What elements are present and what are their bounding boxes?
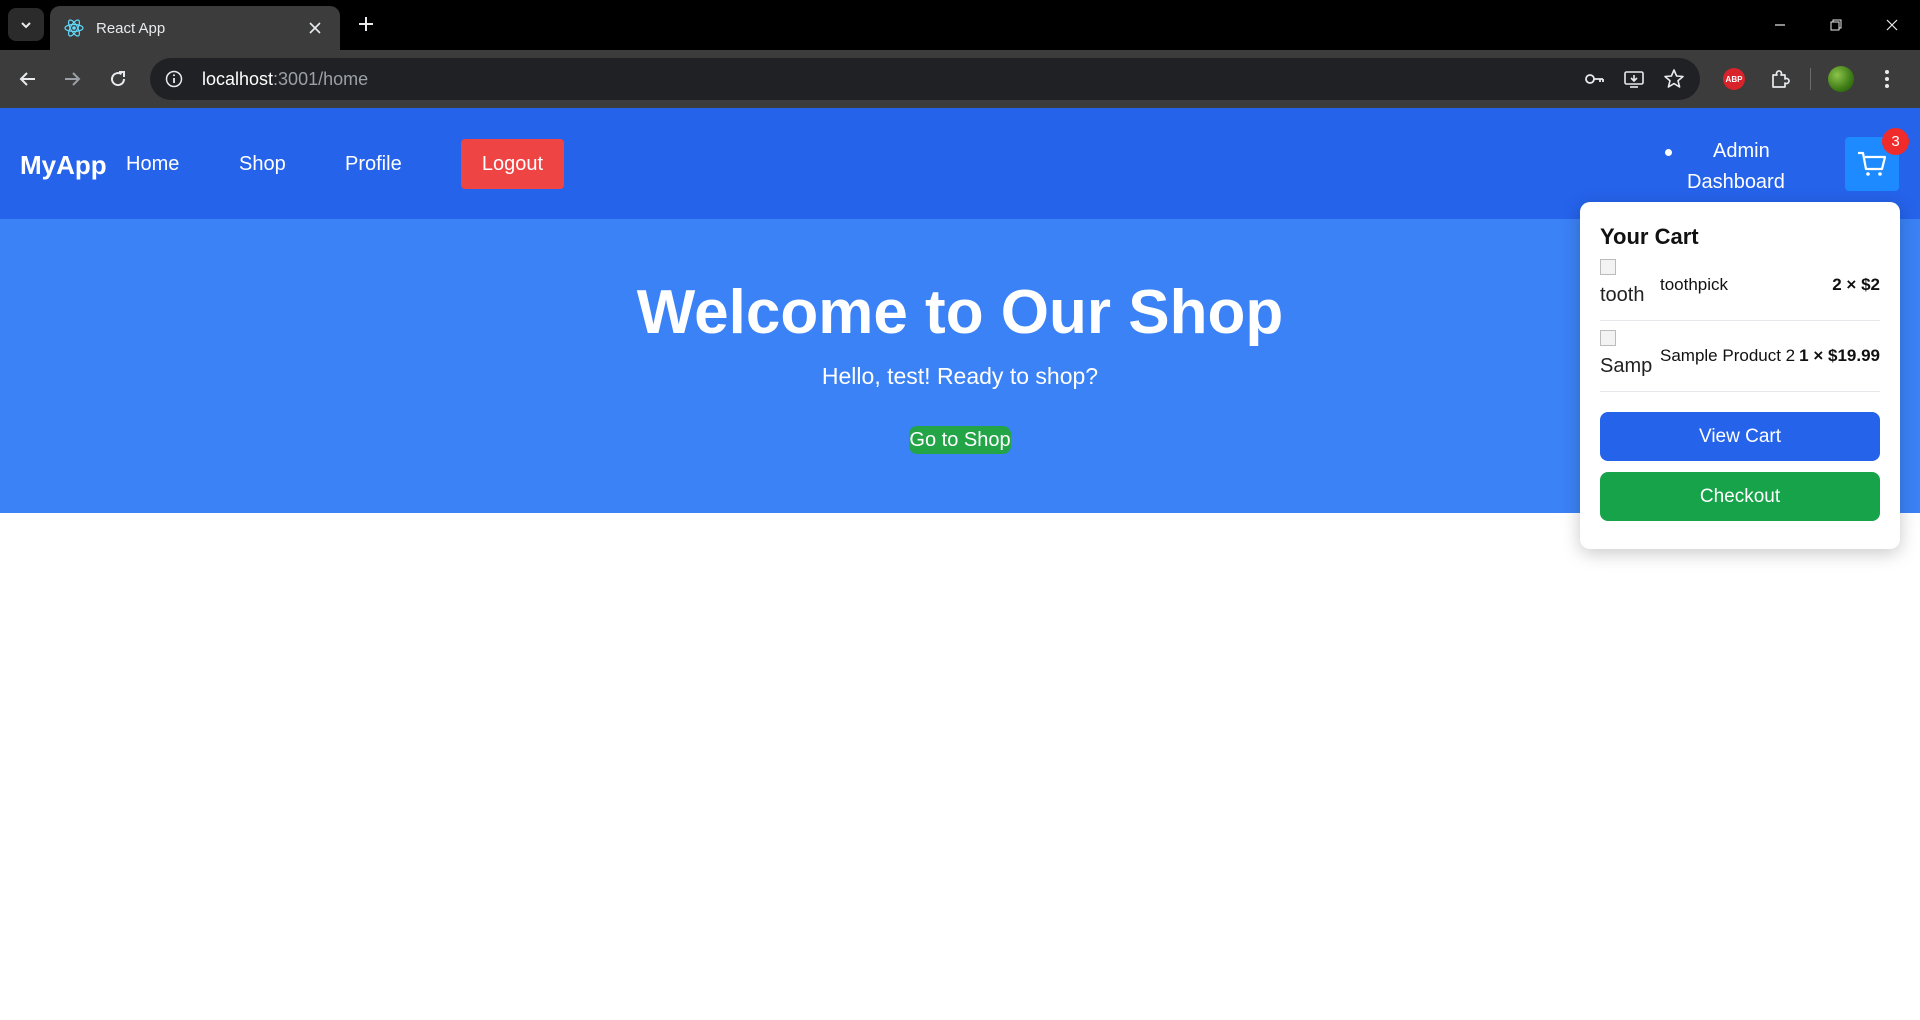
address-bar-actions [1580, 58, 1688, 100]
profile-avatar[interactable] [1825, 63, 1857, 95]
cart-item-name: Sample Product 2 [1660, 346, 1796, 365]
restore-icon [1830, 19, 1842, 31]
cart-item: tooth toothpick 2 × $2 [1600, 250, 1880, 321]
minimize-button[interactable] [1752, 0, 1808, 50]
go-to-shop-button[interactable]: Go to Shop [909, 426, 1011, 454]
arrow-left-icon [19, 72, 35, 86]
url-path: :3001/home [273, 68, 369, 89]
arrow-right-icon [65, 72, 81, 86]
window-controls [1752, 0, 1920, 50]
product-image: tooth [1600, 259, 1652, 311]
cart-item: Samp Sample Product 2 1 × $19.99 [1600, 321, 1880, 392]
admin-link-line1: Admin [1713, 140, 1770, 162]
forward-button[interactable] [56, 63, 88, 95]
cart-item-quantity-price: 2 × $2 [1832, 275, 1880, 294]
react-logo-icon [64, 18, 84, 38]
extensions-puzzle-icon[interactable] [1764, 63, 1796, 95]
password-key-icon[interactable] [1580, 65, 1608, 93]
address-bar[interactable]: localhost:3001/home [150, 58, 1700, 100]
nav-link-shop[interactable]: Shop [239, 153, 286, 176]
more-vertical-icon [1885, 70, 1889, 88]
close-window-button[interactable] [1864, 0, 1920, 50]
reload-icon [111, 71, 126, 87]
abp-badge: ABP [1723, 68, 1745, 90]
reload-button[interactable] [102, 63, 134, 95]
nav-link-home[interactable]: Home [126, 153, 179, 176]
logout-button[interactable]: Logout [461, 139, 564, 189]
nav-link-profile[interactable]: Profile [345, 153, 402, 176]
admin-link-line2: Dashboard [1687, 171, 1785, 193]
browser-menu-button[interactable] [1871, 63, 1903, 95]
browser-toolbar: localhost:3001/home ABP [0, 50, 1920, 108]
site-info-icon[interactable] [154, 58, 194, 100]
back-button[interactable] [12, 63, 44, 95]
bookmark-star-icon[interactable] [1660, 65, 1688, 93]
close-icon [1886, 19, 1898, 31]
cart-item-name: toothpick [1660, 275, 1729, 294]
toolbar-separator [1810, 68, 1811, 90]
url-host: localhost [202, 68, 274, 89]
product-image: Samp [1600, 330, 1652, 382]
brand-logo[interactable]: MyApp [20, 150, 107, 181]
new-tab-button[interactable] [352, 10, 380, 38]
tab-search-button[interactable] [8, 8, 44, 41]
checkout-button[interactable]: Checkout [1600, 472, 1880, 521]
tab-title: React App [96, 19, 166, 37]
adblock-extension-icon[interactable]: ABP [1718, 63, 1750, 95]
cart-count-badge: 3 [1882, 128, 1909, 155]
nav-link-admin-dashboard[interactable]: Admin Dashboard [1665, 136, 1797, 198]
cart-title: Your Cart [1600, 224, 1699, 249]
close-tab-icon[interactable] [304, 17, 326, 39]
image-alt-text: Samp [1600, 355, 1652, 377]
list-bullet [1665, 149, 1672, 156]
restore-button[interactable] [1808, 0, 1864, 50]
view-cart-button[interactable]: View Cart [1600, 412, 1880, 461]
profile-picture-icon [1828, 66, 1854, 92]
install-app-icon[interactable] [1620, 65, 1648, 93]
cart-dropdown: Your Cart tooth toothpick 2 × $2 Samp Sa… [1580, 202, 1900, 549]
browser-tab[interactable]: React App [50, 6, 340, 50]
shopping-cart-icon [1858, 151, 1887, 176]
extensions-area: ABP [1718, 63, 1903, 95]
image-alt-text: tooth [1600, 284, 1645, 306]
minimize-icon [1775, 24, 1785, 26]
cart-item-quantity-price: 1 × $19.99 [1799, 346, 1880, 365]
browser-tabstrip: React App [0, 0, 1920, 50]
plus-icon [359, 17, 373, 31]
chevron-down-icon [21, 21, 31, 28]
